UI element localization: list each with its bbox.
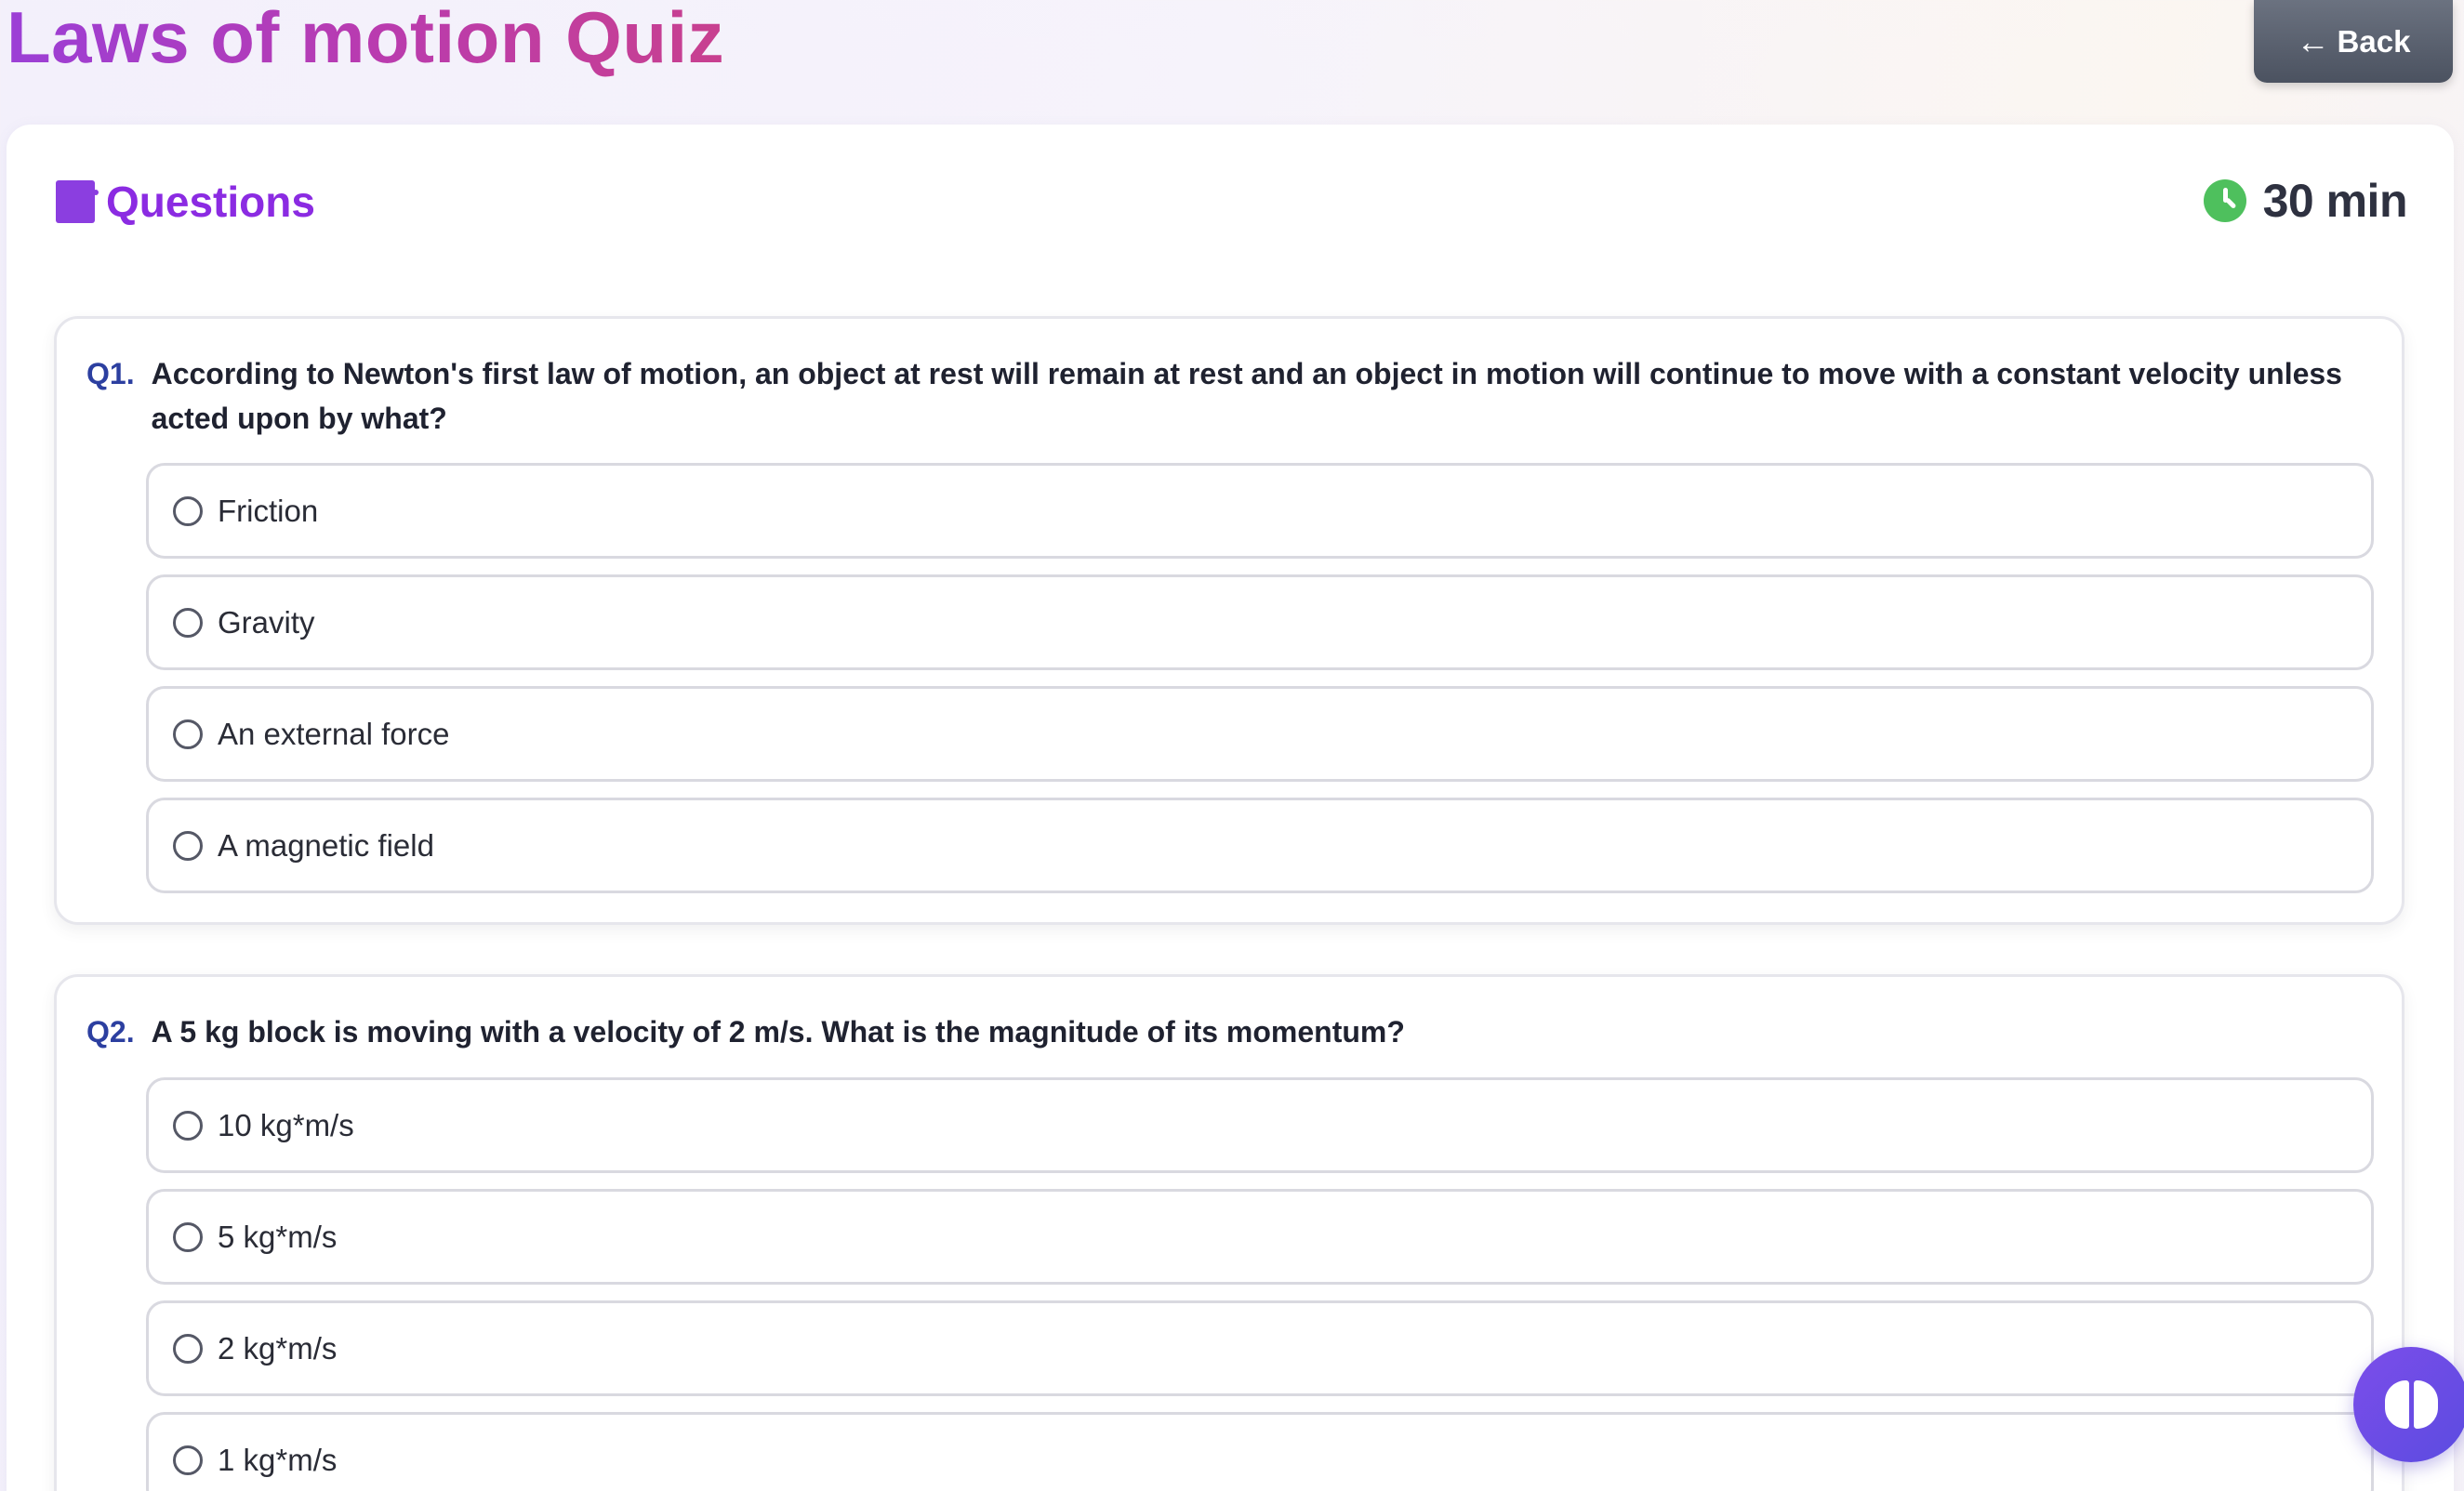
option-label: 5 kg*m/s — [218, 1219, 338, 1254]
radio-button[interactable] — [173, 495, 203, 526]
section-header: Questions — [56, 178, 315, 226]
assistant-fab-button[interactable] — [2353, 1347, 2464, 1462]
option-label: 2 kg*m/s — [218, 1330, 338, 1366]
option-q1-d[interactable]: A magnetic field — [146, 798, 2374, 893]
back-button[interactable]: ← Back — [2254, 0, 2453, 83]
arrow-left-icon: ← — [2296, 21, 2330, 60]
option-q2-d[interactable]: 1 kg*m/s — [146, 1412, 2374, 1491]
option-q1-b[interactable]: Gravity — [146, 574, 2374, 670]
option-label: Gravity — [218, 604, 315, 640]
question-2: Q2. A 5 kg block is moving with a veloci… — [86, 1009, 2346, 1054]
option-q2-b[interactable]: 5 kg*m/s — [146, 1189, 2374, 1285]
timer-text: 30 min — [2262, 175, 2408, 227]
radio-button[interactable] — [173, 830, 203, 861]
question-number: Q1. — [86, 357, 135, 390]
question-number: Q2. — [86, 1015, 135, 1049]
question-1: Q1. According to Newton's first law of m… — [86, 351, 2346, 441]
question-text: According to Newton's first law of motio… — [151, 357, 2342, 435]
radio-button[interactable] — [173, 1221, 203, 1252]
question-text: A 5 kg block is moving with a velocity o… — [151, 1015, 1405, 1049]
radio-button[interactable] — [173, 719, 203, 749]
option-label: An external force — [218, 716, 450, 751]
question-card-1: Q1. According to Newton's first law of m… — [54, 316, 2404, 925]
option-q1-a[interactable]: Friction — [146, 463, 2374, 559]
section-title: Questions — [106, 178, 315, 226]
radio-button[interactable] — [173, 1333, 203, 1364]
option-q2-a[interactable]: 10 kg*m/s — [146, 1077, 2374, 1173]
radio-button[interactable] — [173, 1110, 203, 1141]
page-title: Laws of motion Quiz — [7, 0, 724, 84]
back-button-label: Back — [2337, 23, 2411, 59]
option-label: Friction — [218, 493, 319, 528]
option-label: 1 kg*m/s — [218, 1442, 338, 1477]
clock-icon — [2203, 179, 2246, 222]
brain-icon — [2384, 1380, 2409, 1429]
book-icon — [56, 180, 99, 223]
question-card-2: Q2. A 5 kg block is moving with a veloci… — [54, 974, 2404, 1491]
radio-button[interactable] — [173, 1445, 203, 1475]
radio-button[interactable] — [173, 607, 203, 638]
option-label: 10 kg*m/s — [218, 1107, 354, 1142]
option-label: A magnetic field — [218, 827, 434, 863]
option-q2-c[interactable]: 2 kg*m/s — [146, 1300, 2374, 1396]
timer: 30 min — [2203, 173, 2408, 229]
option-q1-c[interactable]: An external force — [146, 686, 2374, 782]
brain-icon — [2413, 1380, 2438, 1429]
